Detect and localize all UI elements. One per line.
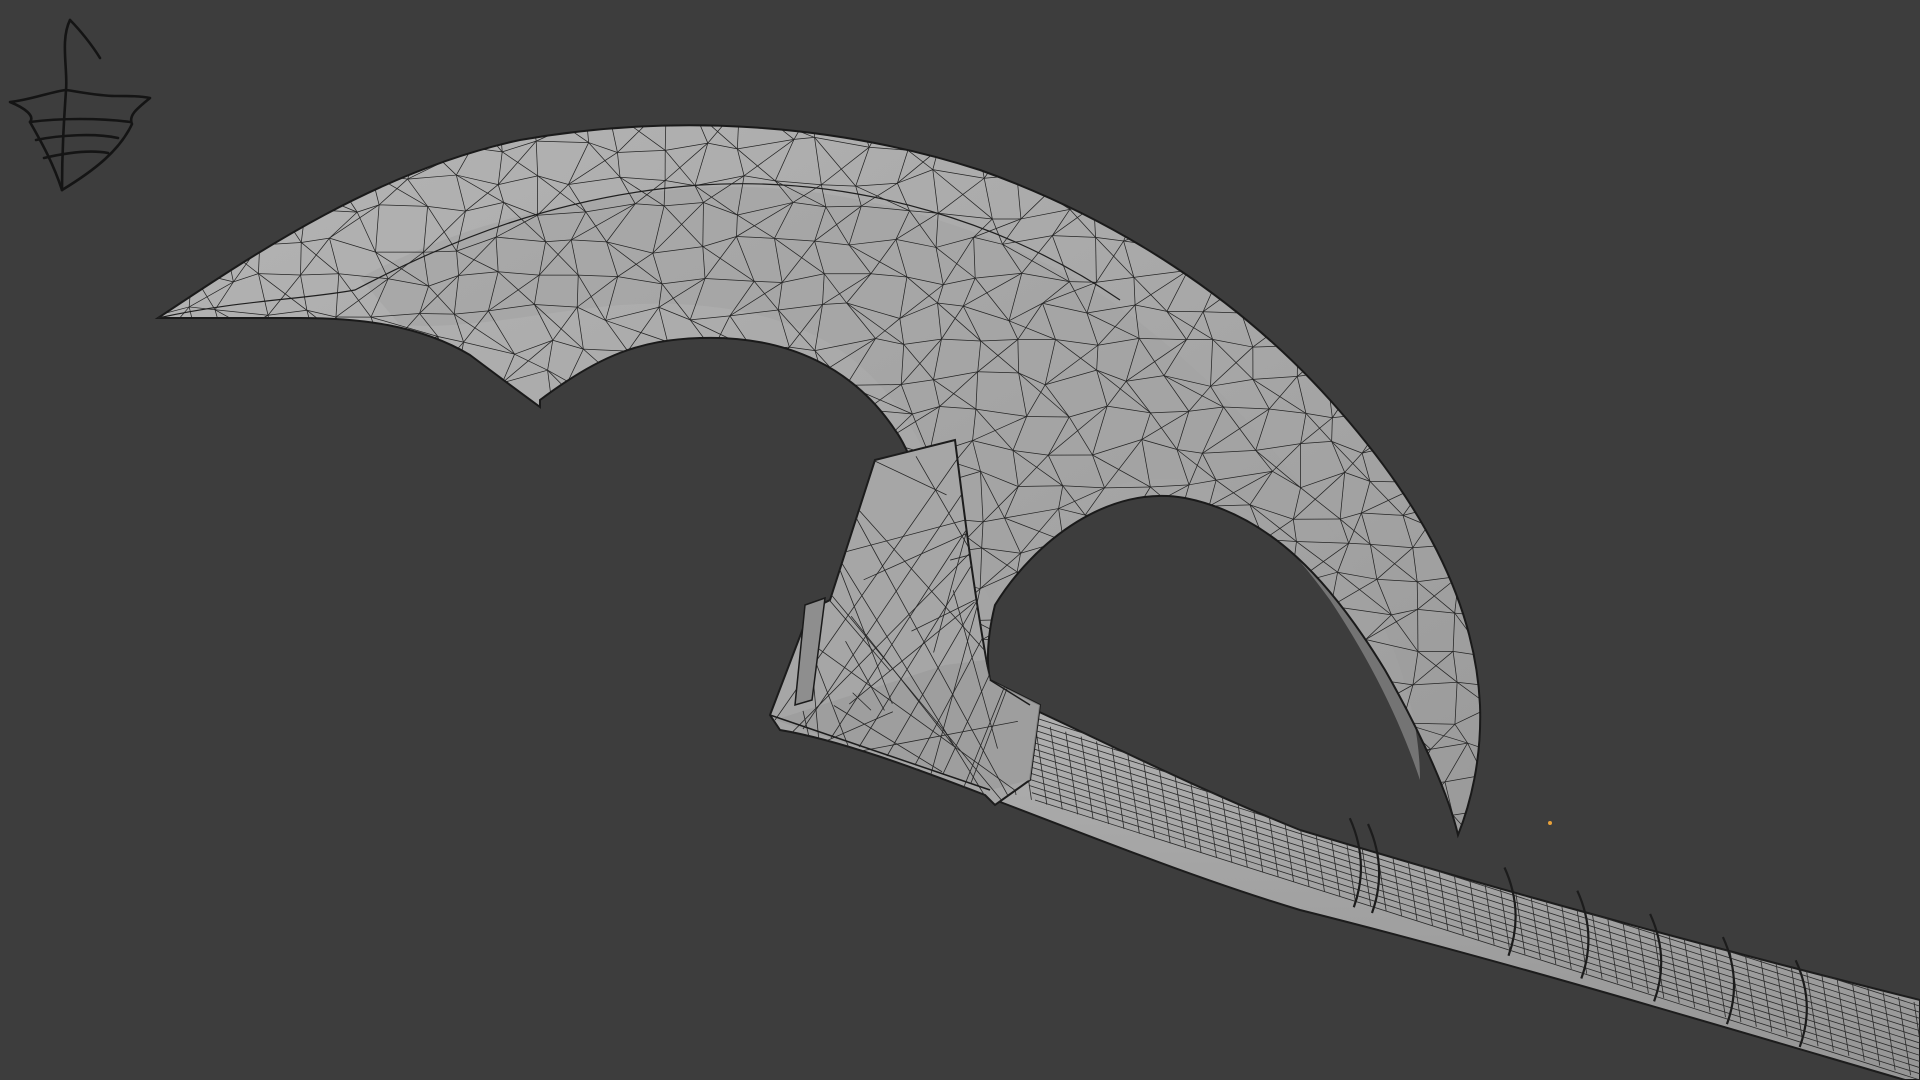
leaf-signature-icon — [8, 18, 152, 192]
3d-viewport[interactable] — [0, 0, 1920, 1080]
axe-mesh[interactable] — [0, 0, 1920, 1080]
origin-point-icon — [1548, 821, 1552, 825]
axe-blade[interactable] — [131, 102, 1510, 859]
